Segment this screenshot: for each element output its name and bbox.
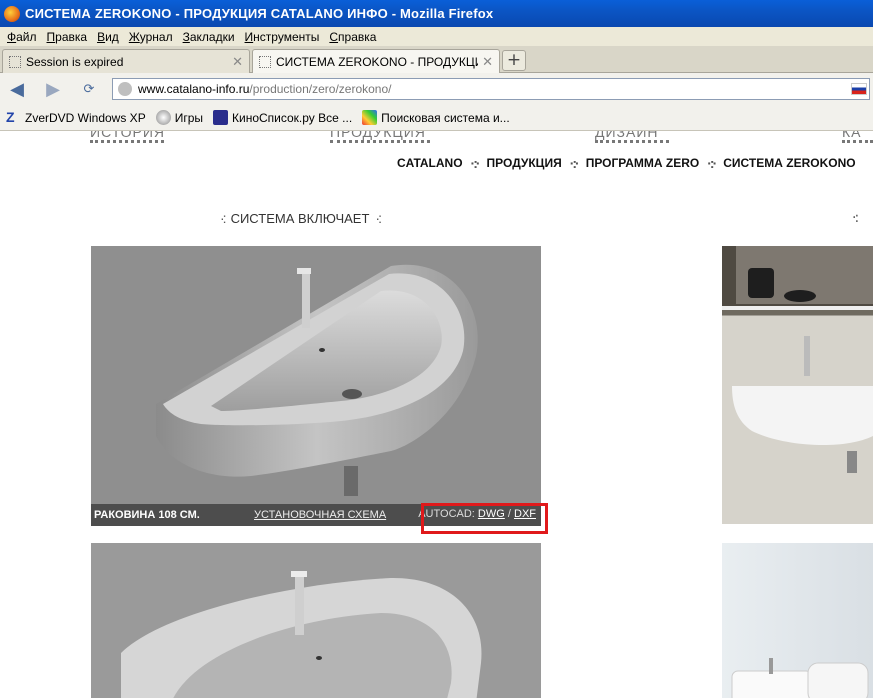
tab-label: Session is expired bbox=[26, 54, 124, 69]
product-title: РАКОВИНА 108 СМ. bbox=[94, 509, 200, 521]
menu-bar: Файл Правка Вид Журнал Закладки Инструме… bbox=[0, 27, 873, 46]
menu-help[interactable]: Справка bbox=[324, 30, 381, 44]
menu-history[interactable]: Журнал bbox=[124, 30, 178, 44]
sink-image[interactable] bbox=[91, 543, 541, 698]
tab-label: СИСТЕМА ZEROKONO - ПРОДУКЦИЯ С... bbox=[276, 55, 478, 69]
section-heading: ·: СИСТЕМА ВКЛЮЧАЕТ ·: bbox=[214, 210, 386, 226]
close-tab-icon[interactable]: ✕ bbox=[482, 54, 493, 70]
window-title: СИСТЕМА ZEROKONO - ПРОДУКЦИЯ CATALANO ИН… bbox=[25, 6, 494, 21]
blank-page-icon bbox=[259, 56, 271, 68]
russian-flag-icon bbox=[851, 83, 867, 95]
firefox-icon bbox=[4, 5, 20, 22]
breadcrumb: CATALANO ·:· ПРОДУКЦИЯ ·:· ПРОГРАММА ZER… bbox=[397, 155, 856, 171]
menu-bookmarks[interactable]: Закладки bbox=[178, 30, 240, 44]
url-bar[interactable]: www.catalano-info.ru /production/zero/ze… bbox=[112, 78, 870, 100]
bookmark-label: Поисковая система и... bbox=[381, 110, 510, 125]
forward-arrow-icon[interactable]: ▶ bbox=[40, 76, 66, 102]
url-host: www.catalano-info.ru bbox=[138, 82, 250, 96]
nav-dot-divider bbox=[842, 140, 873, 144]
nav-history-link[interactable]: ИСТОРИЯ bbox=[90, 131, 165, 140]
tab-zerokono[interactable]: СИСТЕМА ZEROKONO - ПРОДУКЦИЯ С... ✕ bbox=[252, 49, 500, 74]
bookmarks-bar: Z ZverDVD Windows XP Игры КиноСписок.ру … bbox=[0, 105, 873, 131]
highlight-box bbox=[421, 503, 548, 534]
menu-file[interactable]: Файл bbox=[2, 30, 42, 44]
bookmark-label: КиноСписок.ру Все ... bbox=[232, 110, 353, 125]
menu-edit[interactable]: Правка bbox=[42, 30, 93, 44]
tab-session-expired[interactable]: Session is expired ✕ bbox=[2, 49, 250, 73]
bathroom-photo-2[interactable] bbox=[722, 543, 873, 698]
nav-design-link[interactable]: ДИЗАЙН bbox=[595, 131, 659, 140]
installation-schema-link[interactable]: УСТАНОВОЧНАЯ СХЕМА bbox=[254, 509, 386, 521]
nav-production-link[interactable]: ПРОДУКЦИЯ bbox=[330, 131, 426, 140]
tab-strip: Session is expired ✕ СИСТЕМА ZEROKONO - … bbox=[0, 46, 873, 74]
menu-tools[interactable]: Инструменты bbox=[240, 30, 325, 44]
bookmark-label: ZverDVD Windows XP bbox=[25, 110, 146, 125]
dots-separator-icon: ·:· bbox=[707, 155, 717, 171]
site-identity-icon[interactable] bbox=[118, 82, 132, 96]
bookmark-kino[interactable]: КиноСписок.ру Все ... bbox=[213, 110, 352, 125]
close-tab-icon[interactable]: ✕ bbox=[232, 54, 243, 70]
product-card-sink-2 bbox=[91, 543, 541, 698]
toilet-bidet-graphic bbox=[731, 658, 869, 698]
nav-bar: ◀ ▶ ⟳ www.catalano-info.ru /production/z… bbox=[0, 73, 873, 105]
zverdvd-icon: Z bbox=[6, 109, 15, 125]
bathroom-photo[interactable] bbox=[722, 246, 873, 524]
nav-dot-divider bbox=[90, 140, 164, 144]
breadcrumb-catalano[interactable]: CATALANO bbox=[397, 156, 463, 170]
search-engine-icon bbox=[362, 110, 378, 125]
nav-dot-divider bbox=[330, 140, 430, 144]
title-bar: СИСТЕМА ZEROKONO - ПРОДУКЦИЯ CATALANO ИН… bbox=[0, 0, 873, 27]
back-arrow-icon[interactable]: ◀ bbox=[4, 76, 30, 102]
dots-ornament-icon: ·: bbox=[375, 210, 381, 226]
dots-separator-icon: ·:· bbox=[470, 155, 481, 171]
games-icon bbox=[155, 110, 171, 125]
bookmark-zverdvd[interactable]: Z ZverDVD Windows XP bbox=[6, 110, 146, 125]
dots-ornament-icon: ·: bbox=[852, 210, 859, 226]
dots-separator-icon: ·:· bbox=[569, 155, 580, 171]
breadcrumb-production[interactable]: ПРОДУКЦИЯ bbox=[487, 156, 562, 170]
nav-dot-divider bbox=[595, 140, 669, 144]
blank-page-icon bbox=[9, 55, 21, 68]
kino-icon bbox=[213, 110, 229, 125]
sink-image[interactable] bbox=[91, 246, 541, 504]
breadcrumb-zero-program[interactable]: ПРОГРАММА ZERO bbox=[586, 156, 700, 170]
bookmark-label: Игры bbox=[174, 110, 204, 125]
bookmark-search-engine[interactable]: Поисковая система и... bbox=[362, 110, 510, 125]
breadcrumb-zerokono: СИСТЕМА ZEROKONO bbox=[723, 156, 856, 170]
nav-catalog-link[interactable]: КА bbox=[842, 131, 862, 140]
dots-ornament-icon: ·: bbox=[220, 210, 226, 226]
page-content: ИСТОРИЯ ПРОДУКЦИЯ ДИЗАЙН КА CATALANO ·:·… bbox=[0, 131, 873, 698]
bathroom-photo-graphic bbox=[722, 246, 873, 473]
product-card-sink-108: РАКОВИНА 108 СМ. УСТАНОВОЧНАЯ СХЕМА AUTO… bbox=[91, 246, 541, 526]
history-dropdown-icon[interactable]: ⟳ bbox=[76, 76, 102, 102]
url-path: /production/zero/zerokono/ bbox=[249, 82, 392, 96]
menu-view[interactable]: Вид bbox=[92, 30, 124, 44]
section-title: СИСТЕМА ВКЛЮЧАЕТ bbox=[230, 210, 370, 226]
new-tab-button[interactable]: + bbox=[502, 50, 526, 71]
bookmark-games[interactable]: Игры bbox=[155, 110, 204, 125]
